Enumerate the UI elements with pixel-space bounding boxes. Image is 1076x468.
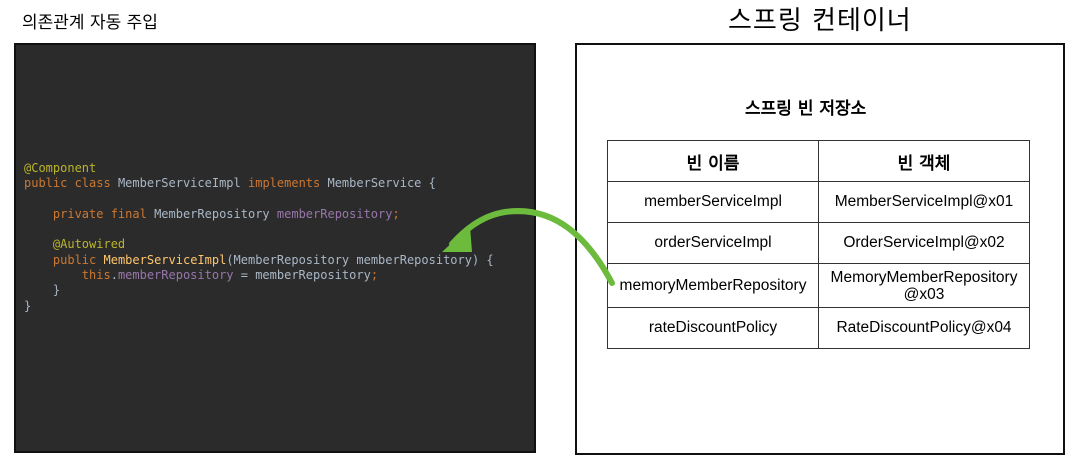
arrow-shaft	[449, 208, 615, 286]
injection-arrow-icon	[442, 208, 615, 286]
arrow-head	[442, 226, 472, 252]
